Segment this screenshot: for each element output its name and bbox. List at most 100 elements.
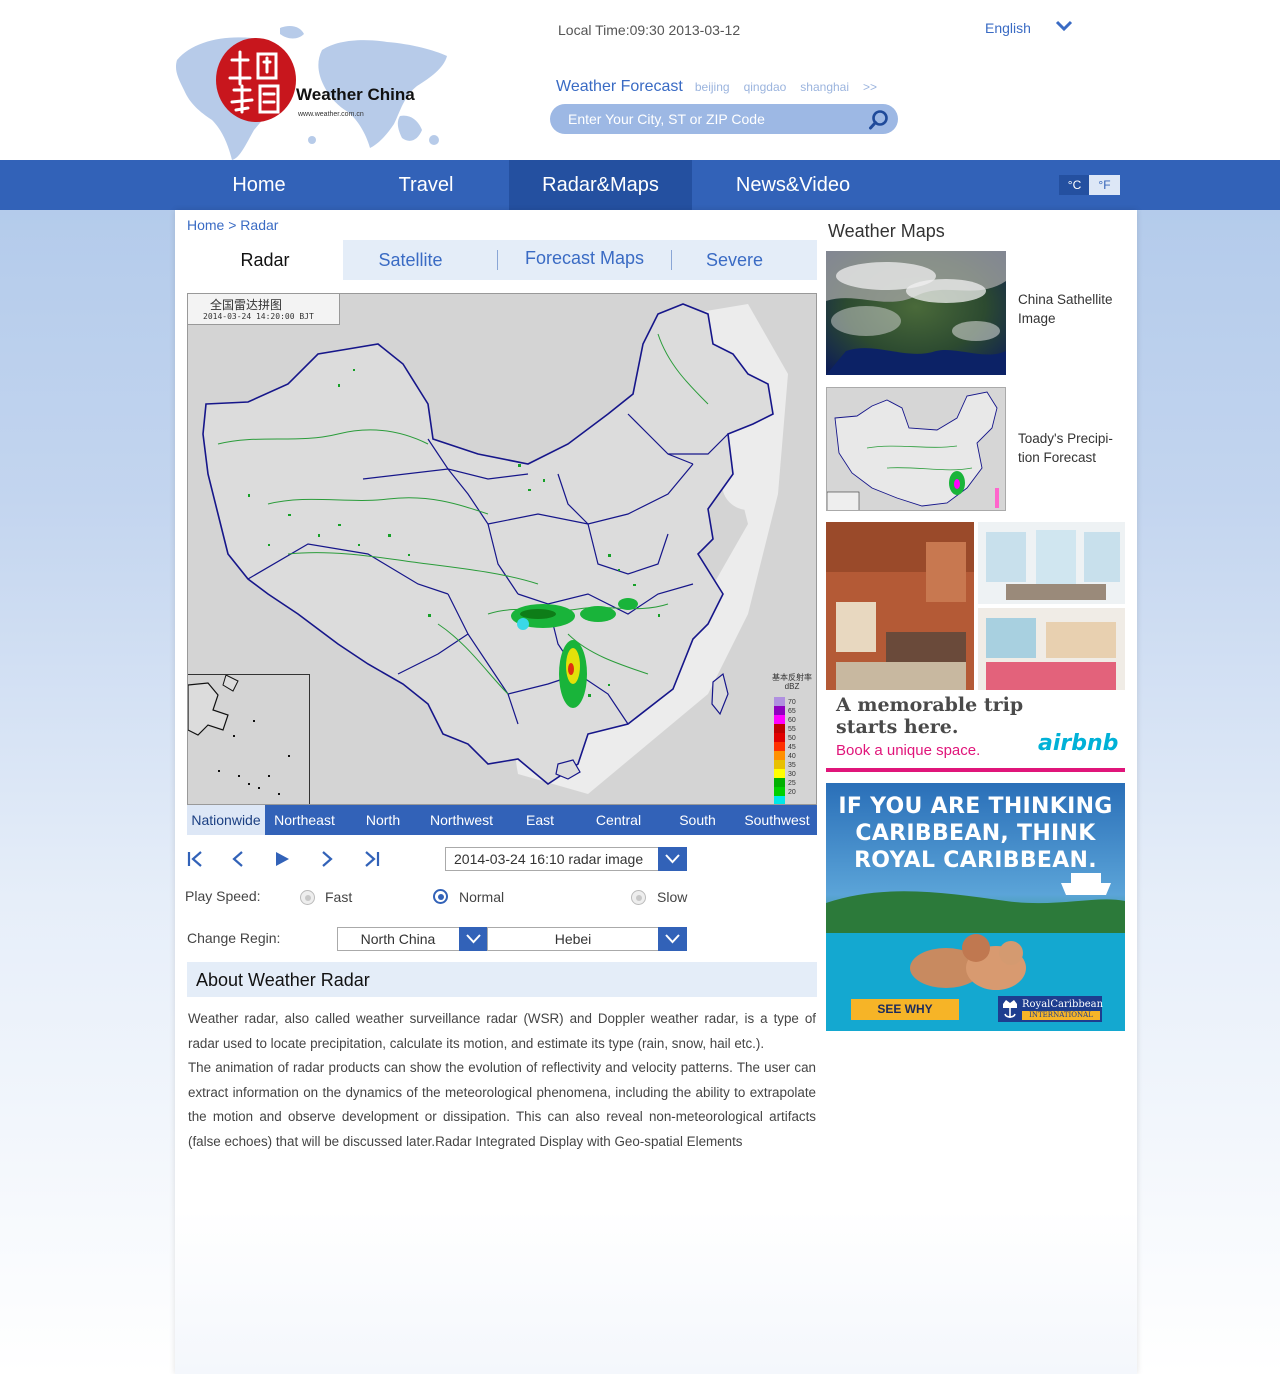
nav-news-video[interactable]: News&Video <box>702 160 884 210</box>
legend-value-label: 45 <box>788 744 796 751</box>
legend-value-label: 50 <box>788 735 796 742</box>
legend-value-label: 35 <box>788 762 796 769</box>
ad-headline: A memorable trip starts here. <box>836 694 1023 738</box>
local-time: Local Time:09:30 2013-03-12 <box>558 22 741 38</box>
play-icon[interactable] <box>270 847 294 871</box>
speed-fast-radio[interactable] <box>300 890 315 905</box>
airbnb-ad[interactable]: A memorable trip starts here. Book a uni… <box>826 522 1125 772</box>
logo-title: Weather China <box>296 85 415 104</box>
region-east[interactable]: East <box>501 805 579 835</box>
precipitation-thumbnail[interactable] <box>826 387 1006 511</box>
city-link-beijing[interactable]: beijing <box>695 80 730 94</box>
nav-radar-maps[interactable]: Radar&Maps <box>509 160 692 210</box>
nav-travel[interactable]: Travel <box>335 160 517 210</box>
region-northeast[interactable]: Northeast <box>265 805 344 835</box>
royal-caribbean-name: RoyalCaribbean <box>1022 999 1104 1010</box>
weather-maps-title: Weather Maps <box>828 221 945 241</box>
search-bar <box>550 104 898 134</box>
region-central[interactable]: Central <box>579 805 658 835</box>
legend-swatch <box>774 796 785 804</box>
speed-slow-radio[interactable] <box>631 890 646 905</box>
ad-headline-line: A memorable trip <box>836 694 1024 716</box>
legend-swatch <box>774 733 785 742</box>
language-selector[interactable]: English <box>985 20 1031 36</box>
more-cities-link[interactable]: >> <box>863 80 877 94</box>
royal-caribbean-ad[interactable]: IF YOU ARE THINKING CARIBBEAN, THINK ROY… <box>826 783 1125 1031</box>
legend-swatch <box>774 769 785 778</box>
region-southwest[interactable]: Southwest <box>737 805 817 835</box>
city-link-qingdao[interactable]: qingdao <box>744 80 787 94</box>
about-section-header: About Weather Radar <box>187 962 817 997</box>
region-tabs: Nationwide Northeast North Northwest Eas… <box>187 805 817 835</box>
ad-headline-line: CARIBBEAN, THINK <box>855 821 1096 846</box>
prev-frame-icon[interactable] <box>226 847 250 871</box>
last-frame-icon[interactable] <box>359 847 383 871</box>
chevron-down-icon[interactable] <box>459 927 488 951</box>
search-icon[interactable] <box>868 109 890 131</box>
speed-normal-radio[interactable] <box>433 889 448 904</box>
radar-map[interactable]: 全国雷达拼图 2014-03-24 14:20:00 BJT 基本反射率 dBZ… <box>187 293 817 805</box>
tab-severe[interactable]: Severe <box>677 240 792 280</box>
radar-image-select[interactable]: 2014-03-24 16:10 radar image <box>445 847 687 871</box>
south-china-sea-inset <box>188 674 310 804</box>
about-title: About Weather Radar <box>196 970 370 990</box>
legend-swatch <box>774 715 785 724</box>
satellite-image <box>826 251 1006 375</box>
legend-swatch <box>774 787 785 796</box>
satellite-thumbnail[interactable] <box>826 251 1006 375</box>
chevron-down-icon[interactable] <box>1054 18 1074 34</box>
tab-divider <box>671 250 672 270</box>
radar-subtabs: Radar Satellite Forecast Maps Severe <box>187 240 817 280</box>
royal-caribbean-logo: RoyalCaribbean INTERNATIONAL <box>998 996 1104 1022</box>
ad-headline-line: starts here. <box>836 716 959 738</box>
about-paragraph: Weather radar, also called weather surve… <box>188 1011 816 1051</box>
ad-subline: Book a unique space. <box>836 742 981 759</box>
legend-swatch <box>774 751 785 760</box>
search-input[interactable] <box>568 110 858 128</box>
region-northwest[interactable]: Northwest <box>422 805 501 835</box>
see-why-button[interactable]: SEE WHY <box>851 999 959 1020</box>
region-nationwide[interactable]: Nationwide <box>187 805 265 835</box>
legend-value-label: 30 <box>788 771 796 778</box>
unit-fahrenheit-toggle[interactable]: °F <box>1089 175 1120 195</box>
ad-room-photos <box>826 522 1125 690</box>
royal-caribbean-sub: INTERNATIONAL <box>1022 1011 1100 1020</box>
region-select[interactable]: North China <box>337 927 488 951</box>
satellite-caption[interactable]: China Sathellite Image <box>1018 290 1123 328</box>
tab-forecast-maps[interactable]: Forecast Maps <box>503 238 666 278</box>
forecast-quick-links: Weather Forecast beijing qingdao shangha… <box>556 78 891 96</box>
nav-home[interactable]: Home <box>168 160 350 210</box>
legend-unit: dBZ <box>784 682 800 691</box>
legend-value-label: 60 <box>788 717 796 724</box>
province-select-value: Hebei <box>554 931 592 947</box>
legend-swatch <box>774 724 785 733</box>
tab-radar[interactable]: Radar <box>187 240 343 280</box>
unit-celsius-toggle[interactable]: °C <box>1059 175 1090 195</box>
precipitation-caption[interactable]: Toady's Precipi-tion Forecast <box>1018 429 1126 467</box>
first-frame-icon[interactable] <box>184 847 208 871</box>
legend-swatch <box>774 697 785 706</box>
next-frame-icon[interactable] <box>315 847 339 871</box>
map-timestamp-box: 全国雷达拼图 2014-03-24 14:20:00 BJT <box>188 294 340 325</box>
chevron-down-icon[interactable] <box>658 927 687 951</box>
region-south[interactable]: South <box>658 805 737 835</box>
province-select[interactable]: Hebei <box>487 927 687 951</box>
city-link-shanghai[interactable]: shanghai <box>800 80 849 94</box>
ad-underline <box>826 768 1125 772</box>
region-north[interactable]: North <box>344 805 422 835</box>
speed-normal-label: Normal <box>459 889 505 905</box>
ad-headline-line: IF YOU ARE THINKING <box>838 794 1113 819</box>
tab-satellite[interactable]: Satellite <box>343 240 478 280</box>
airbnb-logo: airbnb <box>1038 731 1119 756</box>
forecast-title: Weather Forecast <box>556 78 683 95</box>
about-paragraph: The animation of radar products can show… <box>188 1060 816 1149</box>
chevron-down-icon[interactable] <box>658 847 687 871</box>
site-logo[interactable]: Weather China www.weather.com.cn <box>172 20 452 160</box>
legend-color-bar <box>774 697 785 804</box>
speed-fast-label: Fast <box>325 889 353 905</box>
breadcrumb[interactable]: Home > Radar <box>187 217 278 233</box>
precipitation-map-image <box>827 388 1005 510</box>
legend-value-label: 70 <box>788 699 796 706</box>
radar-image-select-value: 2014-03-24 16:10 radar image <box>454 851 644 867</box>
about-text: Weather radar, also called weather surve… <box>188 1007 816 1154</box>
